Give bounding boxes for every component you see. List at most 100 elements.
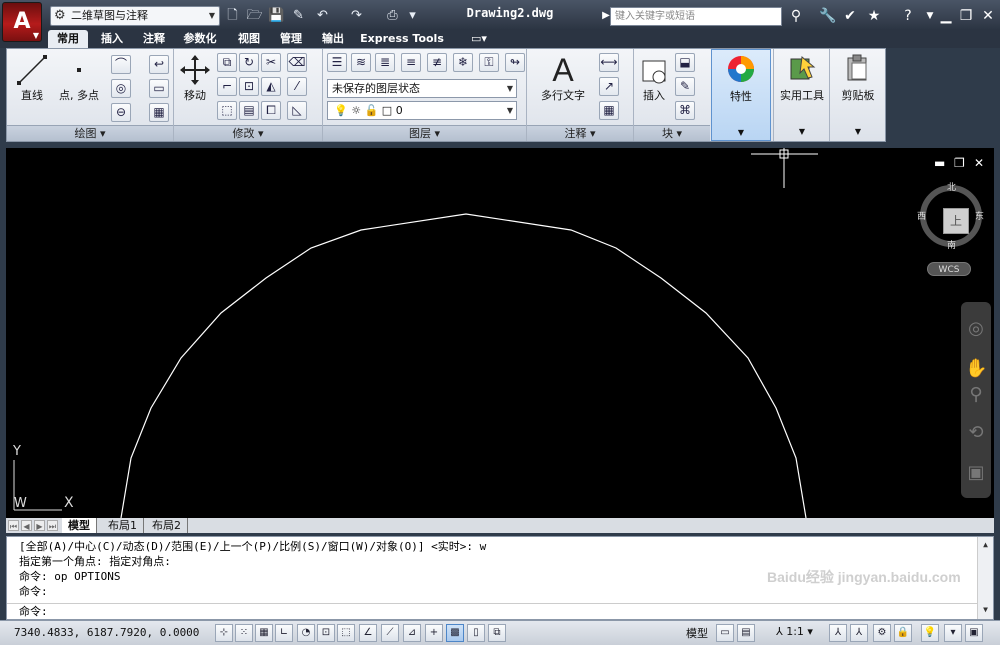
mirror-icon[interactable]: ◭ — [261, 77, 281, 96]
orbit-icon[interactable]: ⟲ — [965, 422, 987, 444]
restore-icon[interactable]: ❐ — [956, 6, 976, 26]
tab-output[interactable]: 输出 — [314, 30, 352, 48]
stretch-icon[interactable]: ⬚ — [217, 101, 237, 120]
layer-match-icon[interactable]: ≡ — [401, 53, 421, 72]
fillet-icon[interactable]: ⌐ — [217, 77, 237, 96]
create-block-icon[interactable]: ⬓ — [675, 53, 695, 72]
redo-icon[interactable]: ↷ — [348, 7, 365, 24]
polar-icon[interactable]: ◔ — [297, 624, 315, 642]
next-tab-icon[interactable]: ▶ — [34, 520, 45, 531]
trim-icon[interactable]: ✂ — [261, 53, 281, 72]
transparency-icon[interactable]: ▩ — [446, 624, 464, 642]
layer-select[interactable]: 💡 ☼ 🔓 □ 0 ▼ — [327, 101, 517, 120]
minimize-icon[interactable]: ▁ — [936, 6, 956, 26]
open-folder-icon[interactable]: 🗁 — [246, 7, 263, 24]
lock-ui-icon[interactable]: 🔒 — [894, 624, 912, 642]
comm-center-icon[interactable]: ✔ — [840, 6, 860, 26]
tab-express-tools[interactable]: Express Tools — [358, 30, 446, 48]
status-menu-icon[interactable]: ▾ — [944, 624, 962, 642]
dimension-icon[interactable]: ⟷ — [599, 53, 619, 72]
snap-mode-icon[interactable]: ⁙ — [235, 624, 253, 642]
tab-view[interactable]: 视图 — [230, 30, 268, 48]
annotation-scale-label[interactable]: ⅄ 1:1 ▾ — [776, 625, 813, 638]
ortho-icon[interactable]: ∟ — [275, 624, 293, 642]
edit-block-icon[interactable]: ✎ — [675, 77, 695, 96]
viewport-close-icon[interactable]: ✕ — [974, 156, 984, 170]
mtext-button[interactable]: A 多行文字 — [533, 53, 593, 103]
save-icon[interactable]: 💾 — [268, 7, 285, 24]
properties-panel[interactable]: 特性 ▼ — [711, 49, 771, 141]
ellipse-icon[interactable]: ⊖ — [111, 103, 131, 122]
layer-walk-icon[interactable]: ↬ — [505, 53, 525, 72]
explode-icon[interactable]: ⁄ — [287, 77, 307, 96]
tab-layout2[interactable]: 布局2 — [146, 518, 188, 533]
otrack-icon[interactable]: ∠ — [359, 624, 377, 642]
copy-icon[interactable]: ⧉ — [217, 53, 237, 72]
draw-panel-title[interactable]: 绘图 ▾ — [7, 125, 173, 141]
coordinate-readout[interactable]: 7340.4833, 6187.7920, 0.0000 — [14, 626, 199, 639]
zoom-icon[interactable]: ⚲ — [965, 384, 987, 406]
binoculars-icon[interactable]: ⚲ — [786, 6, 806, 26]
scroll-down-icon[interactable]: ▼ — [979, 603, 992, 616]
modify-panel-title[interactable]: 修改 ▾ — [174, 125, 322, 141]
layer-stack-icon[interactable]: ≋ — [351, 53, 371, 72]
steering-wheel-icon[interactable]: ◎ — [965, 318, 987, 340]
wcs-menu[interactable]: WCS — [927, 262, 971, 276]
viewcube-top-face[interactable]: 上 — [943, 208, 969, 234]
quick-view-drawings-icon[interactable]: ▤ — [737, 624, 755, 642]
table-icon[interactable]: ▦ — [599, 101, 619, 120]
wrench-icon[interactable]: 🔧 — [818, 6, 838, 26]
tab-model[interactable]: 模型 — [62, 518, 97, 533]
pan-hand-icon[interactable]: ✋ — [965, 358, 987, 380]
qat-dropdown-icon[interactable]: ▾ — [404, 7, 421, 24]
layer-previous-icon[interactable]: ≢ — [427, 53, 447, 72]
array-icon[interactable]: ▤ — [239, 101, 259, 120]
search-input[interactable]: 键入关键字或短语 — [610, 7, 782, 26]
erase-icon[interactable]: ⌫ — [287, 53, 307, 72]
new-file-icon[interactable]: 🗋 — [224, 7, 241, 24]
multipoint-button[interactable]: 点, 多点 — [53, 53, 105, 103]
scroll-up-icon[interactable]: ▲ — [979, 538, 992, 551]
application-menu-button[interactable]: A ▼ — [2, 2, 42, 42]
viewcube-west[interactable]: 西 — [917, 209, 926, 222]
favorites-star-icon[interactable]: ★ — [864, 6, 884, 26]
hardware-accel-icon[interactable]: 💡 — [921, 624, 939, 642]
annotation-visibility-icon[interactable]: ⅄ — [829, 624, 847, 642]
command-scrollbar[interactable]: ▲ ▼ — [977, 537, 993, 619]
attribute-icon[interactable]: ⌘ — [675, 101, 695, 120]
polyline-icon[interactable]: ⌒ — [111, 55, 131, 74]
ducs-icon[interactable]: ⟋ — [381, 624, 399, 642]
viewcube-north[interactable]: 北 — [947, 180, 956, 193]
ribbon-minimize-icon[interactable]: ▭▾ — [464, 30, 494, 48]
tab-annotate[interactable]: 注释 — [134, 30, 174, 48]
prev-tab-icon[interactable]: ◀ — [21, 520, 32, 531]
layer-lock-icon[interactable]: ⚿ — [479, 53, 499, 72]
first-tab-icon[interactable]: ⏮ — [8, 520, 19, 531]
showmotion-icon[interactable]: ▣ — [965, 462, 987, 484]
quick-props-icon[interactable]: ▯ — [467, 624, 485, 642]
layer-freeze-icon[interactable]: ❄ — [453, 53, 473, 72]
workspace-switch-icon[interactable]: ⚙ — [873, 624, 891, 642]
tab-parametric[interactable]: 参数化 — [176, 30, 224, 48]
circle-icon[interactable]: ◎ — [111, 79, 131, 98]
arc-icon[interactable]: ↩ — [149, 55, 169, 74]
workspace-selector[interactable]: ⚙ 二维草图与注释 ▼ — [50, 6, 220, 26]
layer-iso-icon[interactable]: ≣ — [375, 53, 395, 72]
chamfer-icon[interactable]: ◺ — [287, 101, 307, 120]
viewcube-east[interactable]: 东 — [975, 209, 984, 222]
save-as-icon[interactable]: ✎ — [290, 7, 307, 24]
tab-home[interactable]: 常用 — [48, 30, 88, 48]
utilities-panel[interactable]: 实用工具 ▼ — [773, 49, 829, 141]
move-button[interactable]: 移动 — [177, 53, 213, 103]
quick-view-layouts-icon[interactable]: ▭ — [716, 624, 734, 642]
viewport-restore-icon[interactable]: ❐ — [954, 156, 965, 170]
block-panel-title[interactable]: 块 ▾ — [634, 125, 710, 141]
layer-state-select[interactable]: 未保存的图层状态 ▼ — [327, 79, 517, 98]
dyn-input-icon[interactable]: ⊿ — [403, 624, 421, 642]
3d-osnap-icon[interactable]: ⬚ — [337, 624, 355, 642]
annotation-panel-title[interactable]: 注释 ▾ — [527, 125, 633, 141]
print-icon[interactable]: ⎙ — [384, 7, 401, 24]
line-button[interactable]: 直线 — [11, 53, 53, 103]
clipboard-panel[interactable]: 剪贴板 ▼ — [829, 49, 885, 141]
close-icon[interactable]: ✕ — [978, 6, 998, 26]
